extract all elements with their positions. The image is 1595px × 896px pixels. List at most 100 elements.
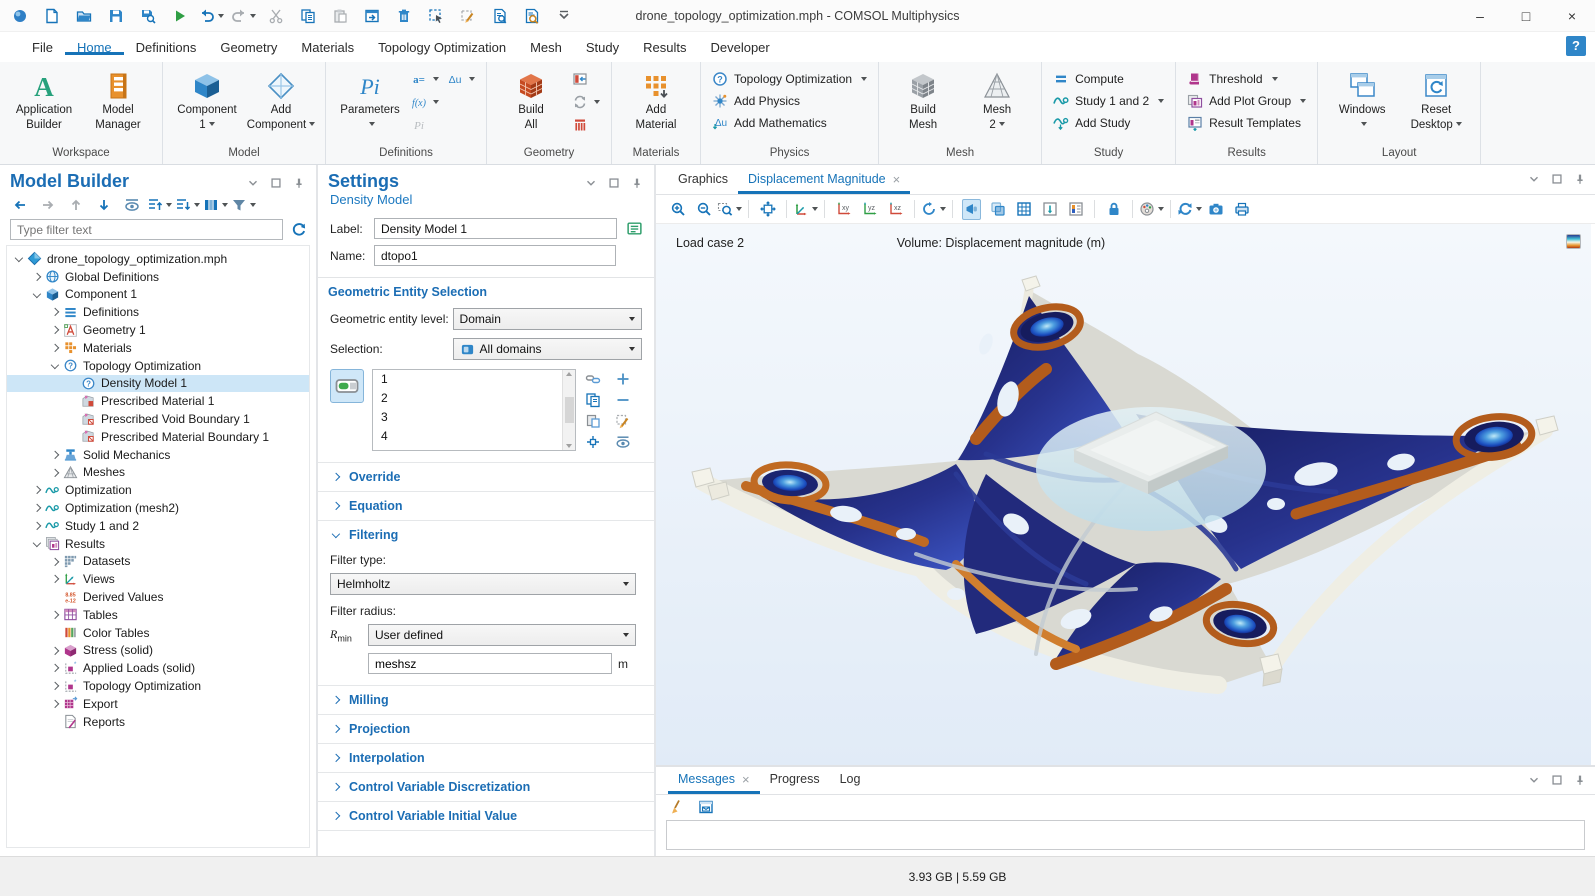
zoom-out-icon[interactable] [694,199,713,220]
section-control-variable-initial-value[interactable]: Control Variable Initial Value [318,801,654,830]
tree-item-prescribed-material-boundary-1[interactable]: Prescribed Material Boundary 1 [7,428,309,446]
zoom-box-icon[interactable] [717,199,733,220]
legend-box-icon[interactable] [1066,199,1085,220]
hdr-pin-icon[interactable] [292,176,306,190]
tree-expander-icon[interactable] [47,612,62,618]
tab-displacement-magnitude[interactable]: Displacement Magnitude× [738,164,910,194]
window-arrow-icon[interactable] [362,5,381,26]
tree-item-prescribed-material-1[interactable]: Prescribed Material 1 [7,392,309,410]
close-button[interactable]: × [1549,0,1595,32]
collapse-up-icon[interactable] [147,194,163,215]
compute-button[interactable]: Compute [1053,71,1164,87]
tree-item-views[interactable]: Views [7,570,309,588]
hdr-box-icon[interactable] [1550,172,1564,186]
component-1-button[interactable]: Component1 [170,64,244,132]
axes-view-icon[interactable] [793,199,809,220]
undo-icon[interactable] [199,5,215,26]
sync-button[interactable] [572,94,600,110]
selection-list-item[interactable]: 2 [373,389,575,408]
doc-find-icon[interactable] [490,5,509,26]
deselect-rect-icon[interactable] [458,5,477,26]
parameters-button[interactable]: PiParameters [333,64,407,132]
dropdown-caret-icon[interactable] [736,207,742,211]
label-field[interactable] [374,218,617,239]
hdr-caret-icon[interactable] [1527,172,1541,186]
hdr-pin-icon[interactable] [1573,172,1587,186]
tree-expander-icon[interactable] [29,505,44,511]
add-mathematics-button[interactable]: ΔuAdd Mathematics [712,115,867,131]
trash-icon[interactable] [394,5,413,26]
show-eye-icon[interactable] [122,194,141,215]
menu-tab-geometry[interactable]: Geometry [208,40,289,55]
tree-item-materials[interactable]: Materials [7,339,309,357]
hdr-box-icon[interactable] [1550,773,1564,787]
palette-icon[interactable] [1139,199,1155,220]
tree-expander-icon[interactable] [47,345,62,351]
tree-item-solid-mechanics[interactable]: Solid Mechanics [7,446,309,464]
tree-item-color-tables[interactable]: Color Tables [7,624,309,642]
section-milling[interactable]: Milling [318,685,654,714]
menu-tab-results[interactable]: Results [631,40,698,55]
refresh-blue-icon[interactable] [1177,199,1193,220]
tree-item-prescribed-void-boundary-1[interactable]: Prescribed Void Boundary 1 [7,410,309,428]
save-find-icon[interactable] [138,5,157,26]
tab-messages[interactable]: Messages× [668,764,760,794]
selection-select[interactable]: All domains [453,338,642,360]
section-override[interactable]: Override [318,462,654,491]
build-all-button[interactable]: BuildAll [494,64,568,132]
topology-optimization-button[interactable]: ?Topology Optimization [712,71,867,87]
dropdown-caret-icon[interactable] [250,14,256,18]
cut-icon[interactable] [266,5,285,26]
zoom-in-icon[interactable] [668,199,687,220]
tree-expander-icon[interactable] [47,452,62,458]
tree-item-definitions[interactable]: Definitions [7,303,309,321]
section-filtering[interactable]: Filtering [318,520,654,549]
menu-tab-materials[interactable]: Materials [289,40,366,55]
menu-tab-topology-optimization[interactable]: Topology Optimization [366,40,518,55]
collapse-down-icon[interactable] [175,194,191,215]
transparency-icon[interactable] [988,199,1007,220]
rainbow-colorbar-icon[interactable] [1566,234,1581,249]
tree-expander-icon[interactable] [47,470,62,476]
maximize-button[interactable]: □ [1503,0,1549,32]
funnel-icon[interactable] [231,194,247,215]
tree-item-results[interactable]: Results [7,535,309,553]
hdr-caret-icon[interactable] [246,176,260,190]
tree-expander-icon[interactable] [47,648,62,654]
nav-up-icon[interactable] [66,194,85,215]
menu-tab-mesh[interactable]: Mesh [518,40,574,55]
add-physics-button[interactable]: Add Physics [712,93,867,109]
selection-list-item[interactable]: 4 [373,427,575,446]
tree-item-drone-topology-optimization-mph[interactable]: drone_topology_optimization.mph [7,250,309,268]
model-manager-button[interactable]: ModelManager [81,64,155,132]
copy2-icon[interactable] [584,390,602,411]
paste2-icon[interactable] [584,411,602,432]
chain-icon[interactable] [584,369,602,390]
hdr-pin-icon[interactable] [630,176,644,190]
doc-search-icon[interactable] [522,5,541,26]
close-tab-icon[interactable]: × [742,765,750,794]
nav-down-icon[interactable] [94,194,113,215]
tree-expander-icon[interactable] [47,364,62,368]
name-field[interactable] [374,245,616,266]
nonlocal-du-button[interactable]: Δu [447,71,475,87]
insert-sequence-button[interactable] [572,71,600,87]
tree-expander-icon[interactable] [47,309,62,315]
tree-item-reports[interactable]: Reports [7,713,309,731]
tree-expander-icon[interactable] [29,542,44,546]
tree-item-study-1-and-2[interactable]: Study 1 and 2 [7,517,309,535]
menu-tab-home[interactable]: Home [65,40,124,55]
view-xy-icon[interactable]: xy [834,199,853,220]
tab-log[interactable]: Log [830,764,871,794]
tree-item-applied-loads-solid-[interactable]: *Applied Loads (solid) [7,659,309,677]
menu-tab-developer[interactable]: Developer [698,40,781,55]
tree-item-export[interactable]: Export [7,695,309,713]
tree-item-tables[interactable]: Tables [7,606,309,624]
selection-list[interactable]: 1234 [372,369,576,451]
columns-icon[interactable] [203,194,219,215]
redo-icon[interactable] [231,5,247,26]
close-tab-icon[interactable]: × [893,165,901,194]
geometric-entity-level-select[interactable]: Domain [453,308,642,330]
paste-icon[interactable] [330,5,349,26]
add-study-button[interactable]: Add Study [1053,115,1164,131]
